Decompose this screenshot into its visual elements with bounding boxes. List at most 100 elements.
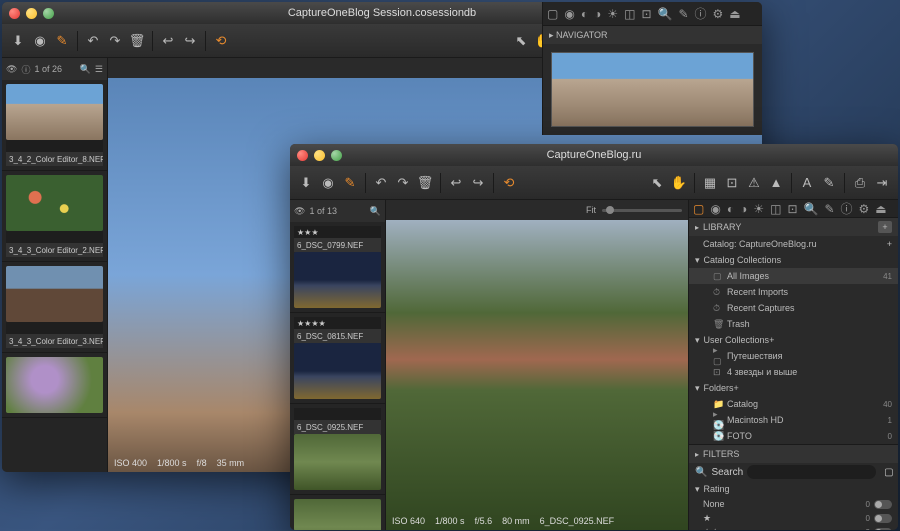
add-button[interactable]: + xyxy=(878,221,892,233)
rating-header[interactable]: ▾Rating xyxy=(689,481,898,497)
visibility-icon[interactable]: 👁 xyxy=(6,64,17,75)
composition-tab-icon[interactable]: ◫ xyxy=(770,202,781,216)
thumbnail-item[interactable]: ★★★★ 6_DSC_0815.NEF xyxy=(290,313,385,404)
user-collection-row[interactable]: ▸ ▢Путешествия xyxy=(689,348,898,364)
undo-icon[interactable]: ↩ xyxy=(446,173,466,193)
minimize-button[interactable] xyxy=(314,150,325,161)
thumbnail-item[interactable]: 3_4_2_Color Editor_8.NEF xyxy=(2,80,107,171)
lens-tab-icon[interactable]: ◐ xyxy=(727,202,734,216)
user-collection-row[interactable]: ⊡4 звезды и выше xyxy=(689,364,898,380)
warning-icon[interactable]: ⚠ xyxy=(744,173,764,193)
close-button[interactable] xyxy=(9,8,20,19)
sort-icon[interactable]: ☰ xyxy=(95,64,103,75)
trash-row[interactable]: 🗑Trash xyxy=(689,316,898,332)
loupe-icon[interactable]: ⊡ xyxy=(722,173,742,193)
folders-header[interactable]: ▾Folders+ xyxy=(689,380,898,396)
filter-toggle[interactable] xyxy=(874,500,892,509)
output-tab-icon[interactable]: ⚙ xyxy=(859,202,870,216)
catalog-name-row[interactable]: Catalog: CaptureOneBlog.ru+ xyxy=(689,236,898,252)
filter-toggle[interactable] xyxy=(874,514,892,523)
adjust-tab-icon[interactable]: ✎ xyxy=(824,202,834,216)
capture-icon[interactable]: ◉ xyxy=(30,31,50,51)
rating-stars[interactable] xyxy=(6,322,103,334)
metadata-tab-icon[interactable]: ⓘ xyxy=(841,200,853,217)
rotate-cw-icon[interactable]: ↷ xyxy=(393,173,413,193)
histogram-icon[interactable]: ▲ xyxy=(766,173,786,193)
fit-label[interactable]: Fit xyxy=(586,205,596,215)
capture-tab-icon[interactable]: ◉ xyxy=(710,202,720,216)
add-folder-button[interactable]: + xyxy=(734,383,739,393)
color-tab-icon[interactable]: ◑ xyxy=(740,202,747,216)
rating-stars[interactable] xyxy=(6,231,103,243)
reset-icon[interactable]: ⟲ xyxy=(499,173,519,193)
rating-stars[interactable]: ★★★★ xyxy=(294,317,381,329)
viewer-image[interactable]: ISO 640 1/800 s f/5.6 80 mm 6_DSC_0925.N… xyxy=(386,220,688,530)
rating-2-row[interactable]: ★★2 xyxy=(689,525,898,530)
recent-captures-row[interactable]: ⏱Recent Captures xyxy=(689,300,898,316)
catalog-collections-header[interactable]: ▾Catalog Collections xyxy=(689,252,898,268)
filters-header[interactable]: ▸FILTERS xyxy=(689,445,898,463)
grid-icon[interactable]: ▦ xyxy=(700,173,720,193)
rotate-cw-icon[interactable]: ↷ xyxy=(105,31,125,51)
folder-row[interactable]: 💽FOTO0 xyxy=(689,428,898,444)
rotate-ccw-icon[interactable]: ↶ xyxy=(371,173,391,193)
search-icon[interactable]: 🔍 xyxy=(370,206,381,217)
import-icon[interactable]: ⬇ xyxy=(8,31,28,51)
import-icon[interactable]: ⬇ xyxy=(296,173,316,193)
recent-imports-row[interactable]: ⏱Recent Imports xyxy=(689,284,898,300)
text-icon[interactable]: A xyxy=(797,173,817,193)
wrench-icon[interactable]: ✎ xyxy=(340,173,360,193)
trash-icon[interactable]: 🗑 xyxy=(415,173,435,193)
eyedropper-icon[interactable]: ✎ xyxy=(819,173,839,193)
thumbnail-item[interactable] xyxy=(290,495,385,530)
filter-toggle[interactable] xyxy=(874,528,892,531)
cursor-icon[interactable]: ⬉ xyxy=(647,173,667,193)
capture-icon[interactable]: ◉ xyxy=(318,173,338,193)
library-header[interactable]: ▸LIBRARY+ xyxy=(689,218,898,236)
thumbnail-item[interactable] xyxy=(2,353,107,418)
redo-icon[interactable]: ↪ xyxy=(468,173,488,193)
info-icon[interactable]: ⓘ xyxy=(21,63,30,76)
exposure-tab-icon[interactable]: ☀ xyxy=(753,202,764,216)
batch-tab-icon[interactable]: ⏏ xyxy=(875,202,886,216)
maximize-button[interactable] xyxy=(331,150,342,161)
navigator-preview[interactable] xyxy=(551,58,754,127)
redo-icon[interactable]: ↪ xyxy=(180,31,200,51)
rotate-ccw-icon[interactable]: ↶ xyxy=(83,31,103,51)
wrench-icon[interactable]: ✎ xyxy=(52,31,72,51)
visibility-icon[interactable]: 👁 xyxy=(294,206,305,217)
collapse-icon[interactable]: ⇥ xyxy=(872,173,892,193)
maximize-button[interactable] xyxy=(43,8,54,19)
thumbnail-item[interactable]: 3_4_3_Color Editor_2.NEF xyxy=(2,171,107,262)
rating-1-row[interactable]: ★0 xyxy=(689,511,898,525)
cursor-icon[interactable]: ⬉ xyxy=(511,31,531,51)
minimize-button[interactable] xyxy=(26,8,37,19)
local-tab-icon[interactable]: 🔍 xyxy=(804,202,819,216)
thumbnail-item[interactable]: 6_DSC_0925.NEF xyxy=(290,404,385,495)
folder-row[interactable]: ▸ 💽Macintosh HD1 xyxy=(689,412,898,428)
add-collection-button[interactable]: + xyxy=(769,335,774,345)
rating-stars[interactable] xyxy=(6,140,103,152)
rating-stars[interactable] xyxy=(294,408,381,420)
reset-icon[interactable]: ⟲ xyxy=(211,31,231,51)
titlebar[interactable]: CaptureOneBlog.ru xyxy=(290,144,898,166)
thumbnail-item[interactable]: ★★★ 6_DSC_0799.NEF xyxy=(290,222,385,313)
zoom-slider[interactable] xyxy=(602,209,682,212)
close-button[interactable] xyxy=(297,150,308,161)
rating-stars[interactable]: ★★★ xyxy=(294,226,381,238)
library-tab-icon[interactable]: ▢ xyxy=(693,202,704,216)
viewer-metadata: ISO 400 1/800 s f/8 35 mm xyxy=(114,458,244,468)
print-icon[interactable]: ⎙ xyxy=(850,173,870,193)
add-catalog-button[interactable]: + xyxy=(887,239,892,249)
details-tab-icon[interactable]: ⊡ xyxy=(787,202,797,216)
trash-icon[interactable]: 🗑 xyxy=(127,31,147,51)
search-icon[interactable]: 🔍 xyxy=(80,64,91,75)
rating-none-row[interactable]: None0 xyxy=(689,497,898,511)
thumbnail-item[interactable]: 3_4_3_Color Editor_3.NEF xyxy=(2,262,107,353)
search-input[interactable] xyxy=(747,465,876,479)
all-images-row[interactable]: ▢All Images41 xyxy=(689,268,898,284)
hand-icon[interactable]: ✋ xyxy=(669,173,689,193)
undo-icon[interactable]: ↩ xyxy=(158,31,178,51)
clear-search-icon[interactable]: ▢ xyxy=(884,467,893,478)
iso-value: ISO 400 xyxy=(114,458,147,468)
